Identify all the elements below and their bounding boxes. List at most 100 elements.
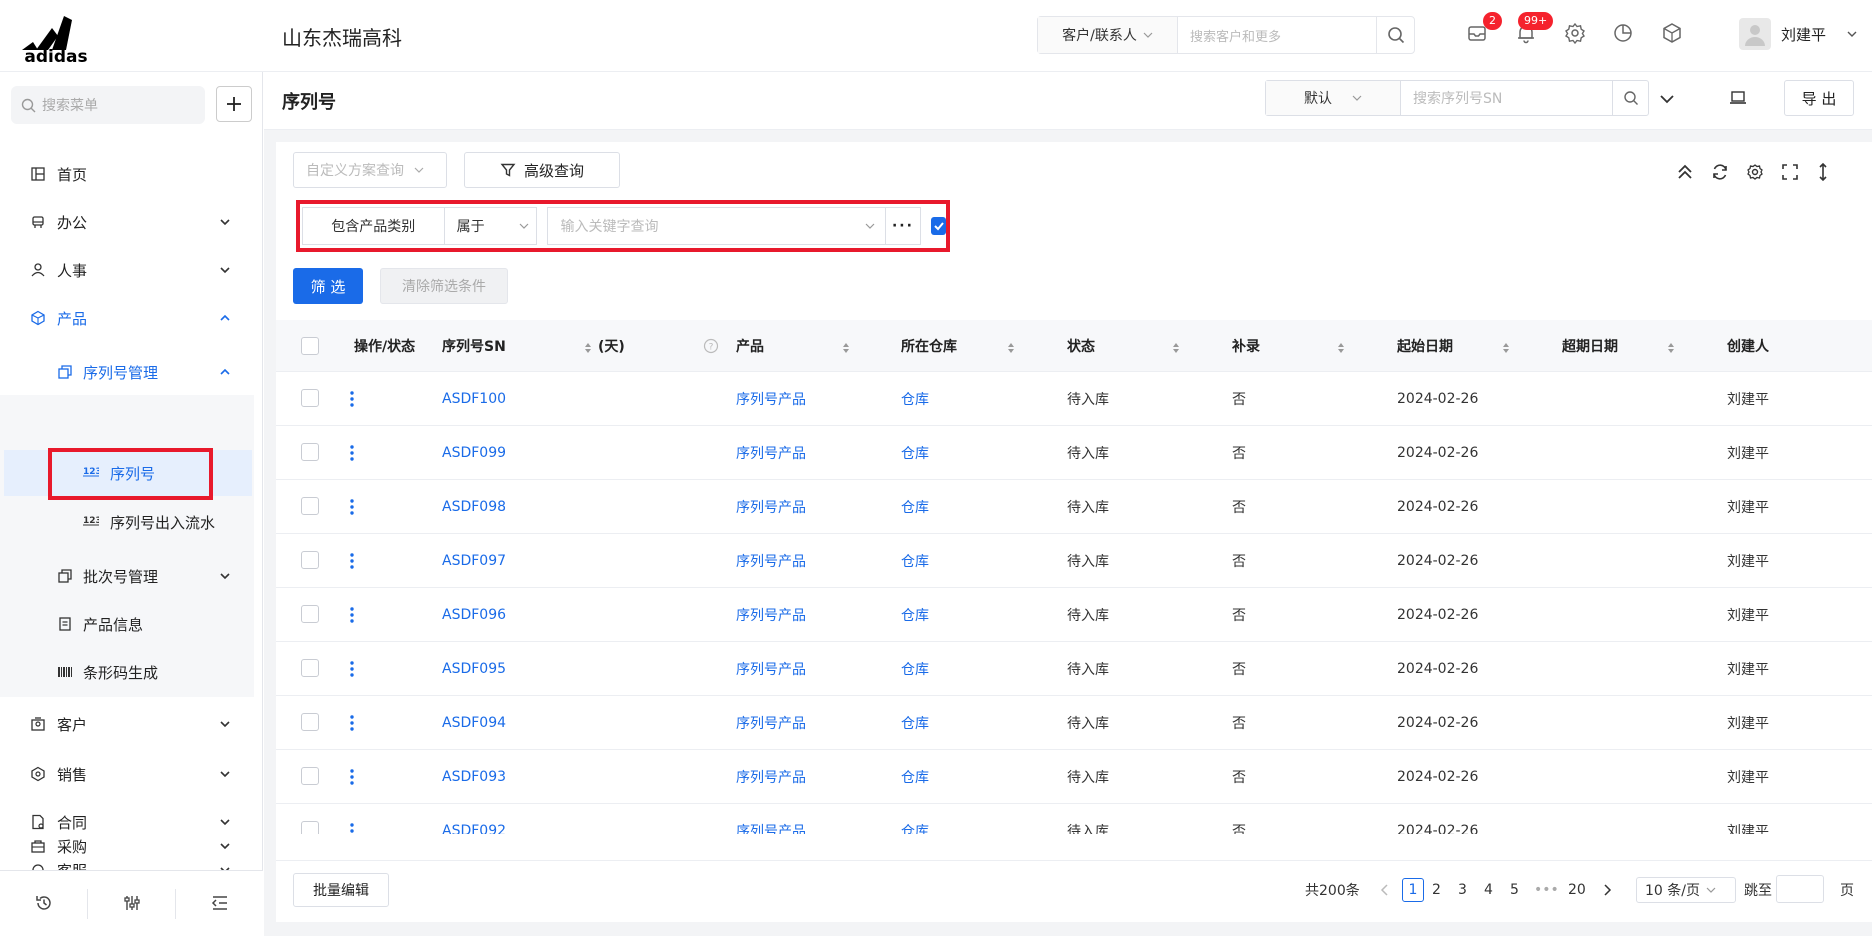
page-3[interactable]: 3 xyxy=(1458,873,1467,907)
cell-product[interactable]: 序列号产品 xyxy=(736,642,806,696)
gear-icon[interactable] xyxy=(1564,22,1590,48)
batch-edit-button[interactable]: 批量编辑 xyxy=(293,873,389,907)
table-row[interactable]: ASDF094 序列号产品 仓库 待入库 否 2024-02-26 刘建平 xyxy=(276,696,1872,750)
column-header-creator[interactable]: 创建人 xyxy=(1727,320,1769,372)
cell-product[interactable]: 序列号产品 xyxy=(736,588,806,642)
sort-icon[interactable] xyxy=(1337,342,1345,354)
jump-page-input[interactable] xyxy=(1776,875,1824,903)
cell-warehouse[interactable]: 仓库 xyxy=(901,480,929,534)
column-header-product[interactable]: 产品 xyxy=(736,320,764,372)
row-checkbox[interactable] xyxy=(301,605,319,623)
add-menu-button[interactable] xyxy=(216,86,252,122)
row-checkbox[interactable] xyxy=(301,659,319,677)
column-header-start-date[interactable]: 起始日期 xyxy=(1397,320,1453,372)
filter-operator-select[interactable]: 属于 xyxy=(443,207,538,245)
more-actions-icon[interactable] xyxy=(344,822,360,834)
table-row[interactable]: ASDF100 序列号产品 仓库 待入库 否 2024-02-26 刘建平 xyxy=(276,372,1872,426)
sidebar-item-sales[interactable]: 销售 xyxy=(0,752,262,796)
column-header-sn[interactable]: 序列号SN xyxy=(442,320,506,372)
more-actions-icon[interactable] xyxy=(344,606,360,624)
cell-warehouse[interactable]: 仓库 xyxy=(901,696,929,750)
sidebar-item-customer[interactable]: 客户 xyxy=(0,702,262,746)
export-button[interactable]: 导 出 xyxy=(1784,80,1854,116)
prev-page-icon[interactable] xyxy=(1380,873,1390,907)
search-button[interactable] xyxy=(1376,17,1414,53)
sn-search-button[interactable] xyxy=(1612,81,1648,115)
cell-warehouse[interactable]: 仓库 xyxy=(901,426,929,480)
filter-more-button[interactable]: ··· xyxy=(885,207,922,245)
more-actions-icon[interactable] xyxy=(344,390,360,408)
advanced-query-button[interactable]: 高级查询 xyxy=(464,152,620,188)
page-5[interactable]: 5 xyxy=(1510,873,1519,907)
settings-icon[interactable] xyxy=(1745,162,1765,182)
cell-product[interactable]: 序列号产品 xyxy=(736,804,806,834)
column-header-status[interactable]: 状态 xyxy=(1067,320,1095,372)
sidebar-item-serial-management[interactable]: 序列号管理 xyxy=(0,350,262,394)
page-1[interactable]: 1 xyxy=(1402,878,1424,902)
row-height-icon[interactable] xyxy=(1813,162,1833,182)
cell-warehouse[interactable]: 仓库 xyxy=(901,372,929,426)
page-4[interactable]: 4 xyxy=(1484,873,1493,907)
cell-sn[interactable]: ASDF097 xyxy=(442,534,506,588)
sort-icon[interactable] xyxy=(1172,342,1180,354)
cell-warehouse[interactable]: 仓库 xyxy=(901,642,929,696)
more-actions-icon[interactable] xyxy=(344,498,360,516)
page-ellipsis[interactable]: ••• xyxy=(1534,873,1559,907)
row-checkbox[interactable] xyxy=(301,821,319,834)
sidebar-item-home[interactable]: 首页 xyxy=(0,152,262,196)
row-checkbox[interactable] xyxy=(301,443,319,461)
table-row[interactable]: ASDF096 序列号产品 仓库 待入库 否 2024-02-26 刘建平 xyxy=(276,588,1872,642)
filter-button[interactable]: 筛 选 xyxy=(293,268,363,304)
cell-warehouse[interactable]: 仓库 xyxy=(901,804,929,834)
sidebar-item-product[interactable]: 产品 xyxy=(0,296,262,340)
cube-icon[interactable] xyxy=(1661,22,1687,48)
cell-product[interactable]: 序列号产品 xyxy=(736,480,806,534)
more-actions-icon[interactable] xyxy=(344,714,360,732)
sort-icon[interactable] xyxy=(584,342,592,354)
expand-search-chevron-icon[interactable] xyxy=(1658,90,1676,108)
row-checkbox[interactable] xyxy=(301,767,319,785)
help-icon[interactable]: ? xyxy=(703,338,719,354)
sidebar-item-product-info[interactable]: 产品信息 xyxy=(0,602,262,646)
table-row[interactable]: ASDF095 序列号产品 仓库 待入库 否 2024-02-26 刘建平 xyxy=(276,642,1872,696)
adidas-logo[interactable]: adidas xyxy=(14,8,98,64)
sidebar-item-serial-flow[interactable]: 123 序列号出入流水 xyxy=(0,500,262,544)
filter-field-select[interactable]: 包含产品类别 xyxy=(302,207,444,245)
view-select[interactable]: 默认 xyxy=(1266,81,1401,115)
sn-search-input[interactable]: 搜索序列号SN xyxy=(1401,81,1612,115)
filter-enable-checkbox[interactable] xyxy=(931,217,946,235)
collapse-up-icon[interactable] xyxy=(1675,162,1695,182)
filter-keyword-input[interactable]: 输入关键字查询 xyxy=(547,207,886,245)
table-row[interactable]: ASDF093 序列号产品 仓库 待入库 否 2024-02-26 刘建平 xyxy=(276,750,1872,804)
more-actions-icon[interactable] xyxy=(344,660,360,678)
cell-product[interactable]: 序列号产品 xyxy=(736,372,806,426)
sort-icon[interactable] xyxy=(1667,342,1675,354)
clear-filter-button[interactable]: 清除筛选条件 xyxy=(380,268,508,304)
more-actions-icon[interactable] xyxy=(344,552,360,570)
cell-product[interactable]: 序列号产品 xyxy=(736,534,806,588)
next-page-icon[interactable] xyxy=(1602,873,1612,907)
row-checkbox[interactable] xyxy=(301,389,319,407)
table-row[interactable]: ASDF092 序列号产品 仓库 待入库 否 2024-02-26 刘建平 xyxy=(276,804,1872,834)
pie-chart-icon[interactable] xyxy=(1612,22,1638,48)
cell-sn[interactable]: ASDF095 xyxy=(442,642,506,696)
sidebar-item-hr[interactable]: 人事 xyxy=(0,248,262,292)
global-search-input[interactable]: 搜索客户和更多 xyxy=(1178,26,1376,45)
fullscreen-icon[interactable] xyxy=(1780,162,1800,182)
cell-sn[interactable]: ASDF094 xyxy=(442,696,506,750)
table-row[interactable]: ASDF097 序列号产品 仓库 待入库 否 2024-02-26 刘建平 xyxy=(276,534,1872,588)
sort-icon[interactable] xyxy=(1007,342,1015,354)
column-header-days[interactable]: (天) xyxy=(598,320,625,372)
column-header-warehouse[interactable]: 所在仓库 xyxy=(901,320,957,372)
cell-sn[interactable]: ASDF098 xyxy=(442,480,506,534)
sort-icon[interactable] xyxy=(1502,342,1510,354)
row-checkbox[interactable] xyxy=(301,497,319,515)
sort-icon[interactable] xyxy=(842,342,850,354)
row-checkbox[interactable] xyxy=(301,551,319,569)
cell-sn[interactable]: ASDF100 xyxy=(442,372,506,426)
sidebar-item-purchase[interactable]: 采购 xyxy=(0,824,262,868)
page-size-select[interactable]: 10 条/页 xyxy=(1636,877,1736,903)
cell-sn[interactable]: ASDF092 xyxy=(442,804,506,834)
table-row[interactable]: ASDF099 序列号产品 仓库 待入库 否 2024-02-26 刘建平 xyxy=(276,426,1872,480)
refresh-icon[interactable] xyxy=(1710,162,1730,182)
